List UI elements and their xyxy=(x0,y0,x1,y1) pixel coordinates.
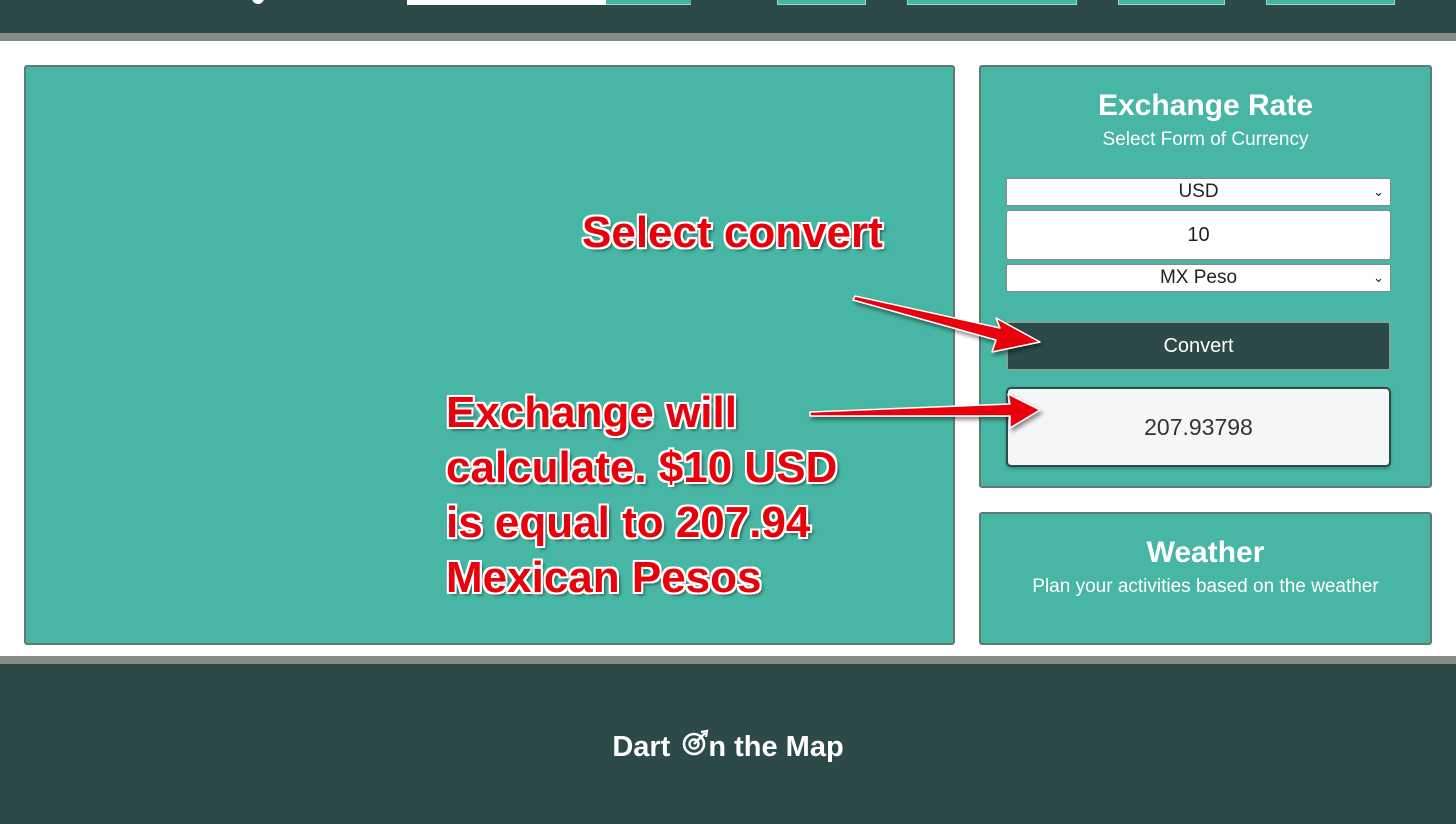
search-button[interactable] xyxy=(606,0,691,5)
chevron-down-icon: ⌄ xyxy=(1373,270,1384,285)
footer-brand: Dart n the Map xyxy=(0,728,1456,764)
from-currency-select[interactable]: USD ⌄ xyxy=(1006,178,1391,206)
to-currency-value: MX Peso xyxy=(1159,267,1238,288)
from-currency-value: USD xyxy=(1178,181,1219,202)
dart-target-icon xyxy=(683,729,709,756)
chevron-down-icon: ⌄ xyxy=(1373,184,1384,199)
nav-button-2[interactable] xyxy=(907,0,1077,5)
footer-divider xyxy=(0,656,1456,664)
to-currency-select[interactable]: MX Peso ⌄ xyxy=(1006,264,1391,292)
exchange-title: Exchange Rate xyxy=(1097,89,1314,122)
brand-logo-fragment xyxy=(252,0,264,4)
brand-text-start: Dart xyxy=(612,731,671,763)
header-divider xyxy=(0,33,1456,41)
footer: Dart n the Map xyxy=(0,664,1456,824)
annotation-select-convert: Select convert xyxy=(582,208,883,257)
brand-text-end: n the Map xyxy=(708,731,844,763)
nav-button-3[interactable] xyxy=(1118,0,1225,5)
amount-input[interactable]: 10 xyxy=(1006,210,1391,260)
weather-subtitle: Plan your activities based on the weathe… xyxy=(1032,576,1379,597)
weather-card[interactable]: Weather Plan your activities based on th… xyxy=(979,512,1432,645)
nav-button-4[interactable] xyxy=(1266,0,1395,5)
weather-title: Weather xyxy=(1146,536,1265,569)
top-navbar xyxy=(0,0,1456,34)
conversion-result: 207.93798 xyxy=(1006,387,1391,467)
nav-button-1[interactable] xyxy=(777,0,866,5)
exchange-subtitle: Select Form of Currency xyxy=(1102,129,1309,150)
annotation-exchange-result: Exchange will calculate. $10 USD is equa… xyxy=(446,388,838,602)
convert-button[interactable]: Convert xyxy=(1006,321,1391,371)
search-input[interactable] xyxy=(407,0,607,5)
exchange-rate-card: Exchange Rate Select Form of Currency US… xyxy=(979,65,1432,488)
